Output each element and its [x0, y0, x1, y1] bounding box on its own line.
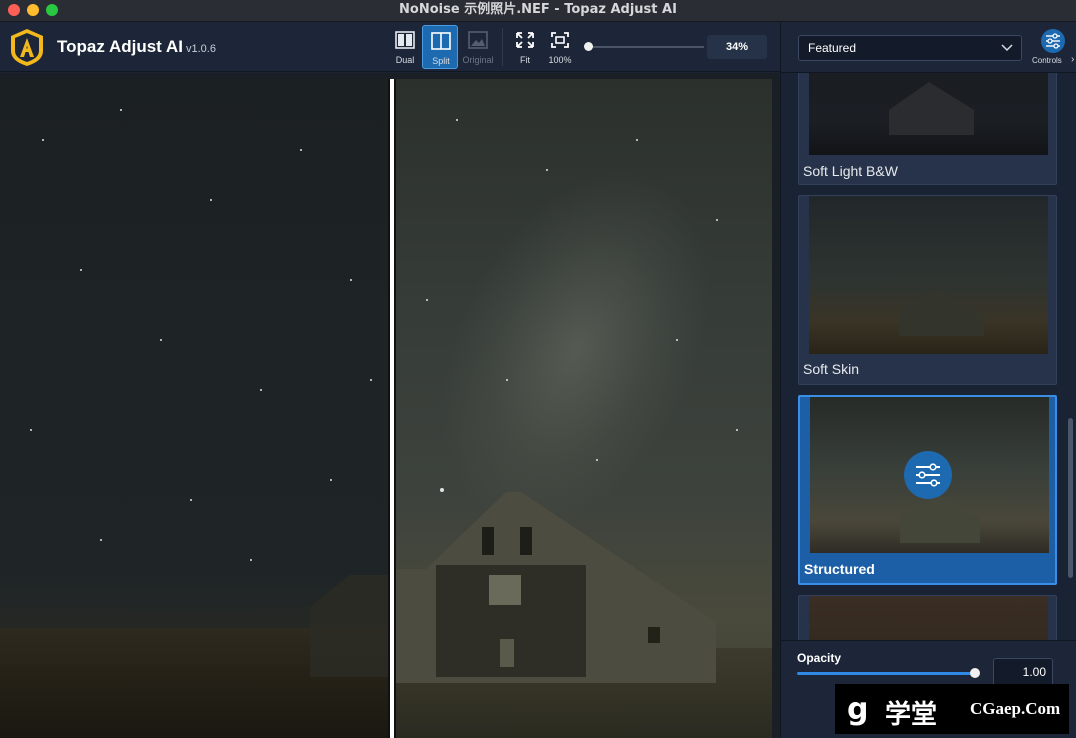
actual-size-icon [551, 32, 569, 48]
preset-thumbnail [809, 196, 1048, 354]
zoom-slider-track[interactable] [589, 46, 704, 48]
preset-list: Soft Light B&W Soft Skin Structured [781, 73, 1076, 640]
controls-label: Controls [1032, 56, 1062, 65]
fit-zoom-button[interactable]: Fit [507, 25, 543, 69]
fit-zoom-label: Fit [520, 55, 530, 65]
preset-label: Soft Skin [803, 361, 860, 377]
window-title: NoNoise 示例照片.NEF - Topaz Adjust AI [399, 2, 677, 17]
preset-list-scrollbar[interactable] [1068, 418, 1073, 578]
topaz-logo-icon [11, 29, 43, 66]
split-divider-handle[interactable] [388, 79, 396, 738]
controls-button[interactable] [1041, 29, 1065, 53]
opacity-label: Opacity [797, 651, 842, 665]
preset-category-dropdown[interactable]: Featured [798, 35, 1022, 61]
actual-size-button[interactable]: 100% [542, 25, 578, 69]
watermark: g 学堂 CGaep.Com [835, 684, 1069, 734]
preset-card-soft-light-bw[interactable]: Soft Light B&W [798, 73, 1057, 185]
preset-card-soft-skin[interactable]: Soft Skin [798, 195, 1057, 385]
window-titlebar: NoNoise 示例照片.NEF - Topaz Adjust AI [0, 0, 1076, 22]
fit-icon [516, 32, 534, 48]
preset-card-structured[interactable]: Structured [798, 395, 1057, 585]
dual-view-button[interactable]: Dual [387, 25, 423, 69]
opacity-value-field[interactable]: 1.00 [993, 658, 1053, 686]
split-view-label: Split [432, 56, 450, 66]
preset-thumbnail [809, 596, 1048, 640]
preset-thumbnail [810, 397, 1049, 553]
chevron-down-icon [1001, 44, 1013, 52]
dual-view-icon [395, 31, 415, 49]
presets-panel: Featured Controls › Soft Light B&W Soft … [780, 22, 1076, 738]
preset-label: Soft Light B&W [803, 163, 898, 179]
toolbar-divider [502, 28, 503, 66]
preset-thumbnail [809, 73, 1048, 155]
watermark-logo: g [847, 692, 869, 727]
chevron-right-icon[interactable]: › [1071, 54, 1074, 65]
split-view-button[interactable]: Split [422, 25, 458, 69]
split-view-icon [431, 32, 451, 50]
original-view-button[interactable]: Original [460, 25, 496, 69]
preset-label: Structured [804, 561, 875, 577]
opacity-slider-track[interactable] [797, 672, 975, 675]
original-image-half [0, 79, 392, 738]
processed-image-half [396, 79, 772, 738]
image-icon [468, 31, 488, 49]
sliders-icon [1046, 33, 1060, 49]
dual-view-label: Dual [395, 55, 415, 65]
preset-card-next[interactable] [798, 595, 1057, 640]
original-view-label: Original [462, 55, 494, 65]
image-canvas[interactable] [0, 73, 780, 738]
app-name: Topaz Adjust AI [57, 37, 183, 56]
preset-category-value: Featured [808, 41, 857, 55]
actual-size-label: 100% [548, 55, 572, 65]
watermark-domain: CGaep.Com [970, 699, 1061, 718]
barn-illustration [396, 492, 716, 683]
zoom-value-field[interactable]: 34% [707, 35, 767, 59]
app-version: v1.0.6 [186, 43, 216, 55]
zoom-slider-handle[interactable] [584, 42, 593, 51]
opacity-slider-handle[interactable] [970, 668, 980, 678]
watermark-text: 学堂 [885, 699, 938, 729]
